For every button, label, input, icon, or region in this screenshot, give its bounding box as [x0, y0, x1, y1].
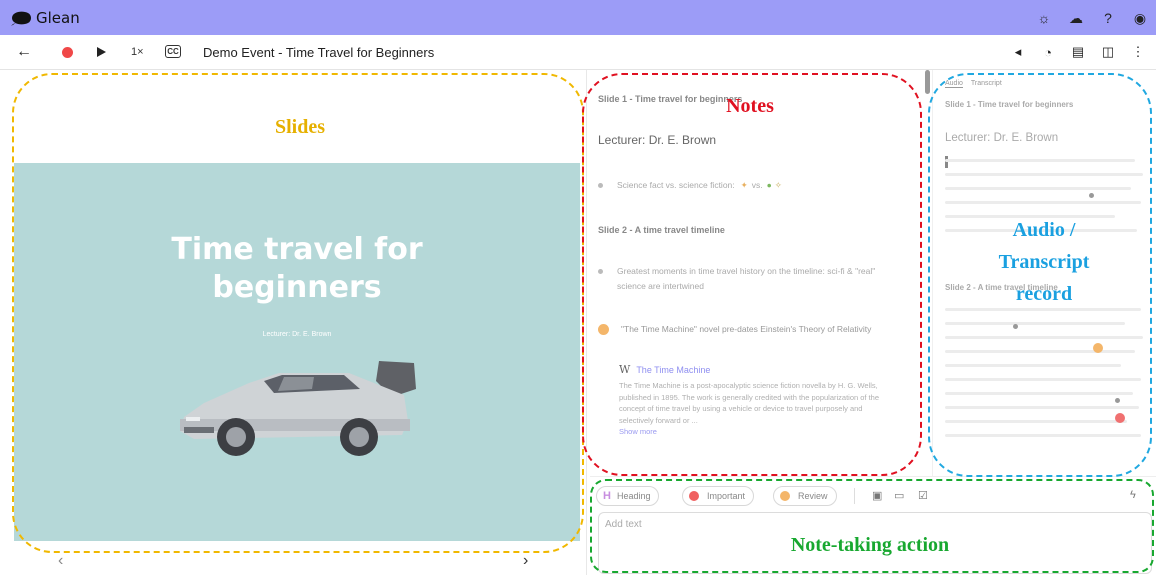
- layout-icon[interactable]: ◫: [1100, 44, 1116, 60]
- account-icon[interactable]: ◉: [1130, 8, 1150, 28]
- audio-annotation-line-3: record: [1015, 283, 1073, 305]
- record-button[interactable]: [62, 47, 73, 58]
- notes-annotation-label: Notes: [726, 95, 774, 117]
- slides-annotation-box: [12, 73, 584, 553]
- note-taking-annotation-box: [590, 479, 1154, 573]
- back-arrow-icon[interactable]: ←: [16, 43, 32, 61]
- notes-annotation-box: [582, 73, 922, 476]
- audio-annotation-line-1: Audio /: [1012, 219, 1076, 241]
- note-taking-annotation-label: Note-taking action: [790, 534, 950, 556]
- play-button[interactable]: [97, 47, 106, 57]
- next-slide-icon[interactable]: ›: [523, 552, 528, 570]
- captions-button[interactable]: CC: [165, 45, 181, 58]
- event-title[interactable]: Demo Event - Time Travel for Beginners: [203, 45, 434, 60]
- share-icon[interactable]: ◂: [1010, 44, 1026, 60]
- audio-annotation-label: Audio / Transcript record: [944, 214, 1144, 310]
- timer-icon[interactable]: ◔: [1040, 44, 1056, 60]
- help-icon[interactable]: ?: [1098, 8, 1118, 28]
- app-name: Glean: [36, 8, 80, 27]
- app-header: Glean ☼ ☁ ? ◉: [0, 0, 1156, 35]
- cloud-icon[interactable]: ☁: [1066, 8, 1086, 28]
- more-menu-icon[interactable]: ⋮: [1130, 44, 1146, 60]
- previous-slide-icon[interactable]: ‹: [58, 552, 63, 570]
- audio-annotation-line-2: Transcript: [998, 251, 1090, 273]
- brightness-icon[interactable]: ☼: [1034, 8, 1054, 28]
- notes-scrollbar[interactable]: [925, 70, 930, 94]
- notebook-icon[interactable]: ▤: [1070, 44, 1086, 60]
- app-logo[interactable]: Glean: [10, 9, 80, 27]
- slides-annotation-label: Slides: [274, 116, 326, 138]
- glean-logo-icon: [11, 11, 31, 26]
- playback-speed-button[interactable]: 1×: [131, 46, 144, 58]
- event-toolbar: ← 1× CC Demo Event - Time Travel for Beg…: [0, 35, 1156, 70]
